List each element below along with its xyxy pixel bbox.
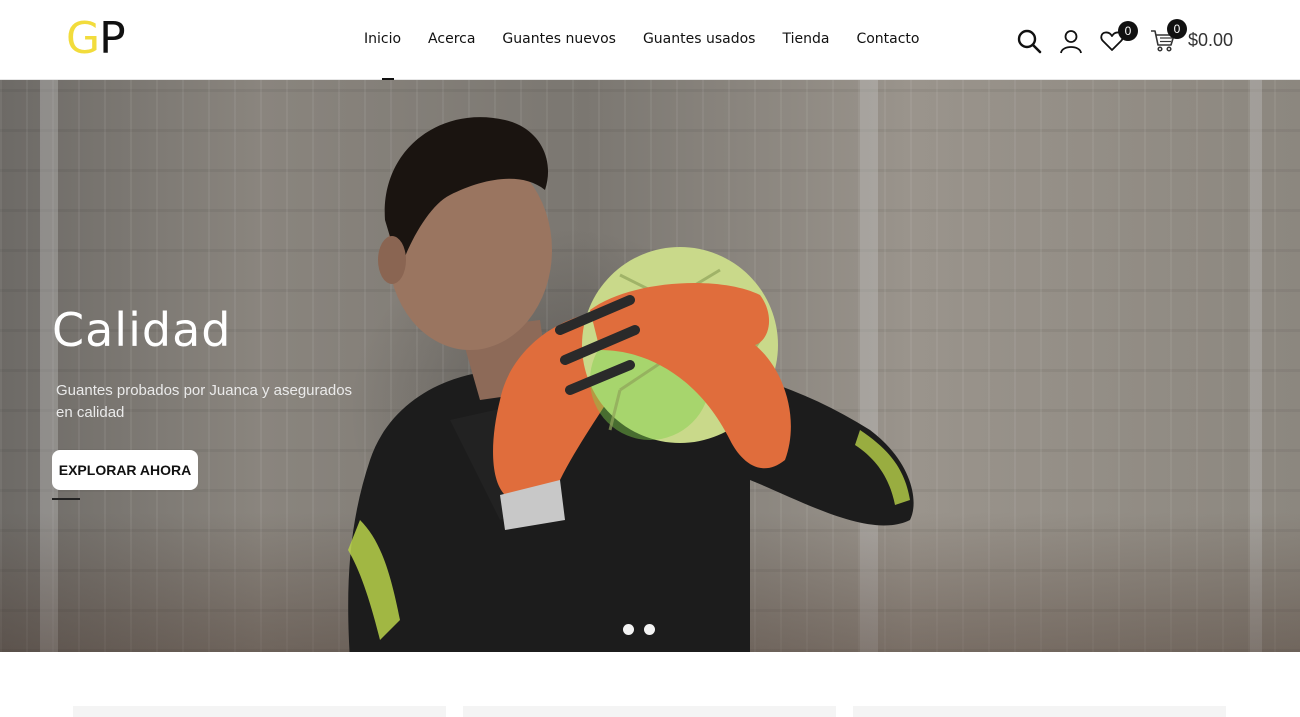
- user-icon: [1060, 30, 1082, 54]
- goalkeeper-image: [348, 117, 914, 652]
- nav-item-tienda[interactable]: Tienda: [782, 28, 829, 50]
- nav-item-inicio[interactable]: Inicio: [364, 28, 401, 80]
- cart-total[interactable]: $0.00: [1188, 30, 1233, 51]
- nav-link-inicio[interactable]: Inicio: [364, 28, 401, 50]
- nav-item-guantes-nuevos[interactable]: Guantes nuevos: [502, 28, 616, 50]
- category-cards: [0, 706, 1300, 717]
- ear-shape: [378, 236, 406, 284]
- explore-now-button[interactable]: EXPLORAR AHORA: [52, 450, 198, 490]
- hero-subtitle: Guantes probados por Juanca y asegurados…: [56, 382, 353, 421]
- logo-letter-g: G: [66, 13, 100, 64]
- category-card[interactable]: [463, 706, 836, 717]
- site-header: GP Inicio Acerca Guantes nuevos Guantes …: [0, 0, 1300, 80]
- main-nav: Inicio Acerca Guantes nuevos Guantes usa…: [364, 28, 946, 80]
- nav-item-acerca[interactable]: Acerca: [428, 28, 475, 50]
- nav-link-acerca[interactable]: Acerca: [428, 28, 475, 50]
- nav-link-guantes-nuevos[interactable]: Guantes nuevos: [502, 28, 616, 50]
- nav-link-contacto[interactable]: Contacto: [856, 28, 919, 50]
- category-card[interactable]: [73, 706, 446, 717]
- category-card[interactable]: [853, 706, 1226, 717]
- hero-title: Calidad: [52, 303, 232, 357]
- search-button[interactable]: [1015, 27, 1043, 55]
- hero-decor-line: [52, 498, 80, 500]
- logo-letter-p: P: [99, 13, 126, 64]
- site-logo[interactable]: GP: [66, 13, 126, 64]
- nav-link-guantes-usados[interactable]: Guantes usados: [643, 28, 756, 50]
- cart-count-badge: 0: [1167, 19, 1187, 39]
- nav-item-contacto[interactable]: Contacto: [856, 28, 919, 50]
- slider-dot[interactable]: [623, 624, 634, 635]
- slider-dot[interactable]: [644, 624, 655, 635]
- slider-dots: [623, 624, 655, 635]
- search-icon: [1017, 29, 1042, 54]
- nav-link-tienda[interactable]: Tienda: [782, 28, 829, 50]
- hero-slider: Calidad Guantes probados por Juanca y as…: [0, 80, 1300, 652]
- wishlist-count-badge: 0: [1118, 21, 1138, 41]
- nav-item-guantes-usados[interactable]: Guantes usados: [643, 28, 756, 50]
- account-button[interactable]: [1057, 27, 1085, 55]
